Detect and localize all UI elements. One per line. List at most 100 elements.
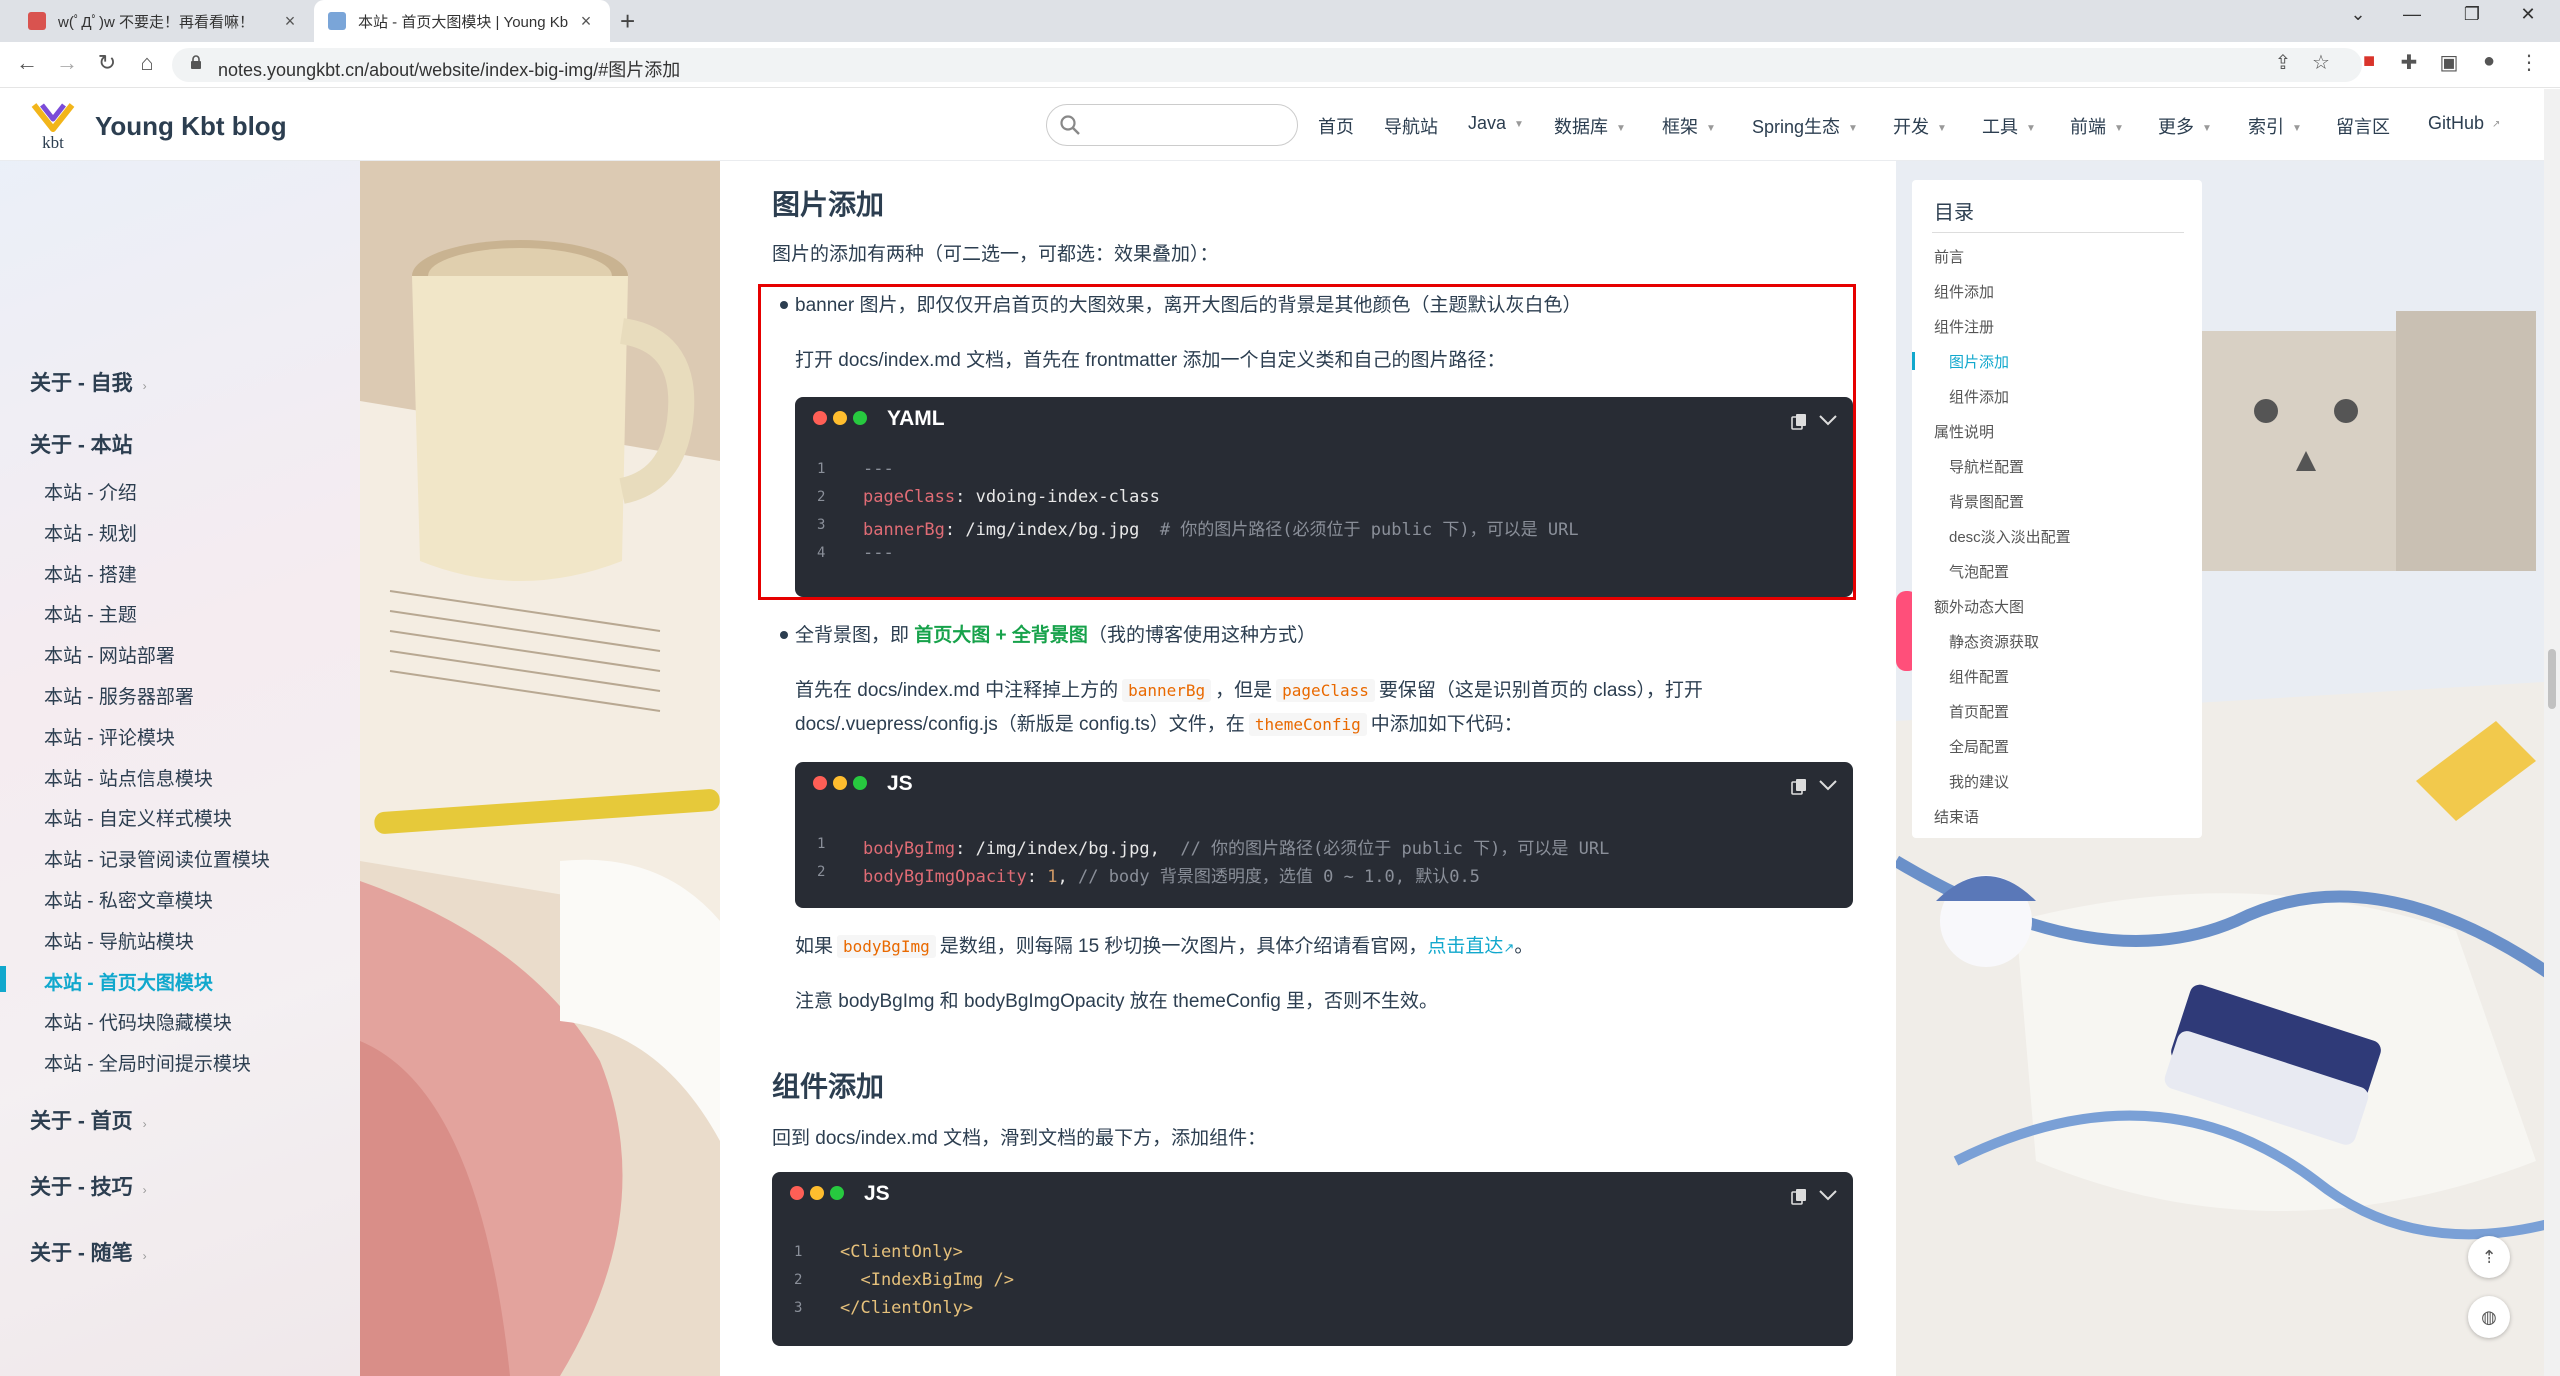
nav-link-8[interactable]: 前端 ▼ — [2070, 113, 2124, 139]
copy-icon[interactable] — [1791, 778, 1807, 796]
toc-item[interactable]: 结束语 — [1934, 806, 1979, 827]
sidebar-item[interactable]: 本站 - 搭建 — [44, 560, 137, 587]
sidebar-item[interactable]: 本站 - 记录管阅读位置模块 — [44, 845, 270, 872]
sidebar-group-label: 关于 - 随笔 — [30, 1242, 133, 1265]
sidebar-item[interactable]: 本站 - 介绍 — [44, 478, 137, 505]
toc-item[interactable]: 组件添加 — [1949, 386, 2009, 407]
home-icon[interactable]: ⌂ — [132, 50, 162, 76]
section-heading-component-add: 组件添加 — [772, 1071, 885, 1102]
sidebar-group-1[interactable]: 关于 - 本站 — [30, 429, 133, 459]
sidebar-item[interactable]: 本站 - 站点信息模块 — [44, 764, 213, 791]
nav-link-label: 首页 — [1318, 117, 1354, 137]
toc-item[interactable]: 组件配置 — [1949, 666, 2009, 687]
nav-link-12[interactable]: GitHub ↗ — [2428, 113, 2500, 134]
sidebar-item[interactable]: 本站 - 服务器部署 — [44, 682, 194, 709]
page-scrollbar[interactable] — [2544, 89, 2560, 1376]
close-tab-icon[interactable]: × — [576, 11, 596, 32]
nav-link-11[interactable]: 留言区 — [2336, 113, 2390, 139]
nav-link-7[interactable]: 工具 ▼ — [1982, 113, 2036, 139]
lock-icon[interactable] — [190, 55, 202, 69]
restore-icon[interactable]: ❐ — [2452, 4, 2492, 25]
toc-item[interactable]: 图片添加 — [1949, 351, 2009, 372]
extensions-puzzle-icon[interactable]: ✚ — [2394, 50, 2424, 75]
tab-search-icon[interactable]: ⌄ — [2338, 4, 2378, 25]
toc-item[interactable]: 气泡配置 — [1949, 561, 2009, 582]
toc-item[interactable]: 前言 — [1934, 246, 1964, 267]
text-segment: 。 — [1514, 936, 1534, 957]
paragraph: docs/.vuepress/config.js（新版是 config.ts）文… — [795, 709, 1523, 736]
toc-item[interactable]: 属性说明 — [1934, 421, 1994, 442]
code-line-number: 1 — [817, 836, 826, 852]
sidebar-item[interactable]: 本站 - 代码块隐藏模块 — [44, 1008, 232, 1035]
toc-item[interactable]: 静态资源获取 — [1949, 631, 2039, 652]
sidebar-group-label: 关于 - 首页 — [30, 1110, 133, 1133]
external-link[interactable]: 点击直达 — [1427, 936, 1503, 957]
side-panel-icon[interactable]: ▣ — [2434, 50, 2464, 75]
nav-link-6[interactable]: 开发 ▼ — [1893, 113, 1947, 139]
sidebar-group-4[interactable]: 关于 - 随笔 › — [30, 1237, 147, 1267]
toc-item[interactable]: 全局配置 — [1949, 736, 2009, 757]
sidebar-item[interactable]: 本站 - 首页大图模块 — [44, 968, 213, 995]
toc-item[interactable]: 额外动态大图 — [1934, 596, 2024, 617]
sidebar-group-2[interactable]: 关于 - 首页 › — [30, 1105, 147, 1135]
browser-tab[interactable]: w(ﾟДﾟ)w 不要走！再看看嘛！ × — [14, 0, 314, 42]
close-window-icon[interactable]: ✕ — [2508, 4, 2548, 25]
theme-mode-icon[interactable]: ◍ — [2468, 1296, 2510, 1338]
code-token: : — [955, 839, 976, 859]
background-illustration-left — [360, 161, 720, 1376]
sidebar-item[interactable]: 本站 - 规划 — [44, 519, 137, 546]
bookmark-star-icon[interactable]: ☆ — [2306, 50, 2336, 75]
sidebar-item[interactable]: 本站 - 主题 — [44, 600, 137, 627]
sidebar-item[interactable]: 本站 - 评论模块 — [44, 723, 175, 750]
sidebar-group-0[interactable]: 关于 - 自我 › — [30, 367, 147, 397]
back-to-top-icon[interactable]: ⇡ — [2468, 1236, 2510, 1278]
url-text[interactable]: notes.youngkbt.cn/about/website/index-bi… — [218, 56, 680, 82]
profile-avatar-icon[interactable]: ● — [2474, 50, 2504, 73]
text-segment: （我的博客使用这种方式） — [1087, 625, 1316, 646]
code-line: bodyBgImg: /img/index/bg.jpg, // 你的图片路径(… — [863, 834, 1609, 859]
collapse-chevron-icon[interactable] — [1817, 1186, 1839, 1204]
nav-link-2[interactable]: Java ▼ — [1468, 113, 1524, 134]
nav-link-10[interactable]: 索引 ▼ — [2248, 113, 2302, 139]
minimize-icon[interactable]: — — [2392, 4, 2432, 25]
toc-item[interactable]: 首页配置 — [1949, 701, 2009, 722]
sidebar-item[interactable]: 本站 - 私密文章模块 — [44, 886, 213, 913]
collapse-chevron-icon[interactable] — [1817, 776, 1839, 794]
sidebar-item[interactable]: 本站 - 全局时间提示模块 — [44, 1049, 251, 1076]
toc-item[interactable]: 我的建议 — [1949, 771, 2009, 792]
search-input[interactable] — [1046, 104, 1298, 146]
toc-item[interactable]: 导航栏配置 — [1949, 456, 2024, 477]
back-icon[interactable]: ← — [12, 50, 42, 76]
toc-item[interactable]: desc淡入淡出配置 — [1949, 526, 2071, 547]
browser-tab-active[interactable]: 本站 - 首页大图模块 | Young Kbt blog × — [314, 0, 610, 42]
sidebar-item[interactable]: 本站 - 自定义样式模块 — [44, 804, 232, 831]
code-block: JS 1 bodyBgImg: /img/index/bg.jpg, // 你的图片… — [795, 762, 1853, 908]
forward-icon[interactable]: → — [52, 50, 82, 76]
code-line: </ClientOnly> — [840, 1298, 973, 1318]
scrollbar-thumb[interactable] — [2548, 649, 2556, 709]
copy-icon[interactable] — [1791, 1188, 1807, 1206]
share-icon[interactable]: ⇪ — [2268, 50, 2298, 75]
toc-item[interactable]: 组件注册 — [1934, 316, 1994, 337]
nav-link-label: 前端 — [2070, 117, 2106, 137]
sidebar-item[interactable]: 本站 - 网站部署 — [44, 641, 175, 668]
nav-link-0[interactable]: 首页 — [1318, 113, 1354, 139]
sidebar-item[interactable]: 本站 - 导航站模块 — [44, 927, 194, 954]
sidebar-group-3[interactable]: 关于 - 技巧 › — [30, 1171, 147, 1201]
reload-icon[interactable]: ↻ — [92, 50, 122, 76]
text-segment: 首先在 docs/index.md 中注释掉上方的 — [795, 680, 1119, 701]
toc-item[interactable]: 背景图配置 — [1949, 491, 2024, 512]
site-logo[interactable]: kbt — [28, 99, 78, 151]
extension-icon[interactable]: ■ — [2354, 50, 2384, 73]
browser-menu-icon[interactable]: ⋮ — [2514, 50, 2544, 75]
close-tab-icon[interactable]: × — [280, 11, 300, 32]
site-name[interactable]: Young Kbt blog — [95, 111, 287, 142]
nav-link-5[interactable]: Spring生态 ▼ — [1752, 113, 1858, 139]
nav-link-1[interactable]: 导航站 — [1384, 113, 1438, 139]
toc-item[interactable]: 组件添加 — [1934, 281, 1994, 302]
nav-link-4[interactable]: 框架 ▼ — [1662, 113, 1716, 139]
nav-link-9[interactable]: 更多 ▼ — [2158, 113, 2212, 139]
new-tab-icon[interactable]: + — [620, 6, 635, 37]
nav-link-3[interactable]: 数据库 ▼ — [1554, 113, 1626, 139]
code-token: <IndexBigImg /> — [840, 1270, 1014, 1290]
